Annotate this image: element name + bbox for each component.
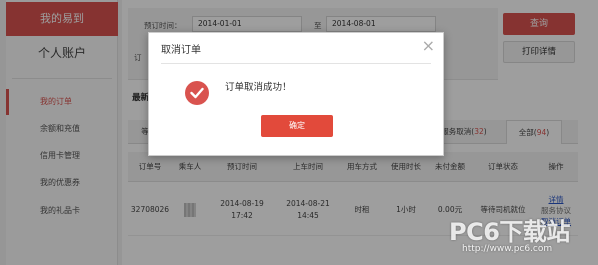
page: 我的易到 个人账户 我的订单 余额和充值 信用卡管理 我的优惠券 我的礼品卡 预… xyxy=(0,0,598,265)
dialog-message: 订单取消成功！ xyxy=(225,82,292,93)
dialog-title: 取消订单 xyxy=(161,45,201,56)
close-icon[interactable]: × xyxy=(422,37,435,55)
confirm-button[interactable]: 确定 xyxy=(261,115,333,137)
dialog-divider xyxy=(161,63,431,64)
cancel-order-dialog: 取消订单 × 订单取消成功！ 确定 xyxy=(148,32,444,156)
watermark-logo: PC6下载站 xyxy=(449,218,570,246)
success-check-icon xyxy=(185,81,209,105)
watermark-url: http://www.pc6.com xyxy=(462,244,553,254)
